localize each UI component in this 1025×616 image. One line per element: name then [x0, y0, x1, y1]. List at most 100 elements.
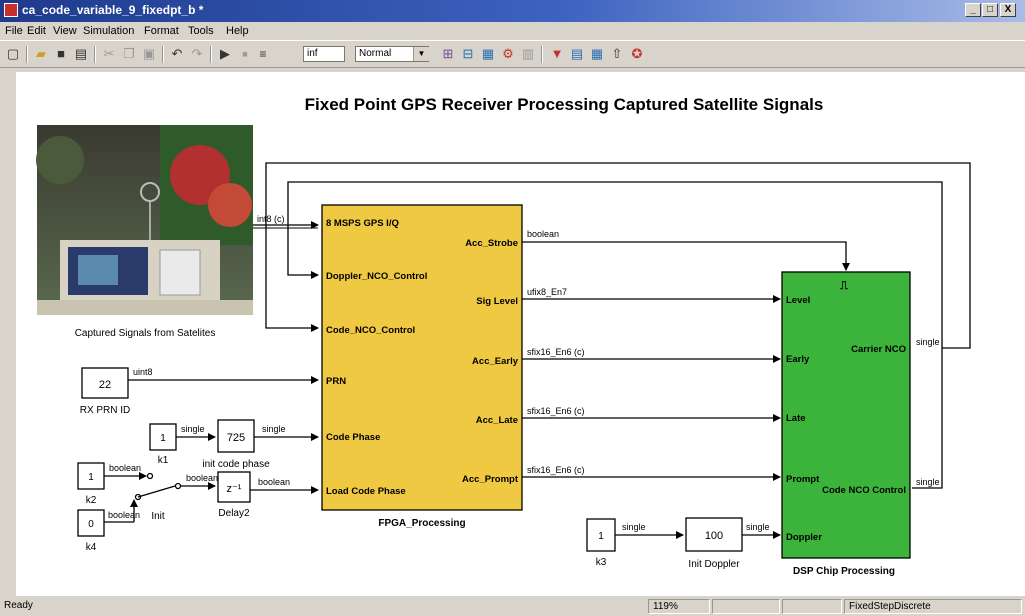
new-model-icon[interactable]: ▢: [4, 46, 22, 62]
svg-text:sfix16_En6 (c): sfix16_En6 (c): [527, 465, 585, 475]
toolbar: ▢ ▰ ■ ▤ ✂ ❐ ▣ ↶ ↷ ▶ ■ ≡ inf Normal ▼ ⊞ ⊟…: [0, 40, 1025, 68]
svg-text:k4: k4: [86, 542, 97, 553]
build-icon[interactable]: ⊞: [439, 46, 457, 62]
svg-text:single: single: [746, 522, 770, 532]
svg-text:int8 (c): int8 (c): [257, 214, 285, 224]
svg-text:single: single: [916, 337, 940, 347]
dsp-block-label: DSP Chip Processing: [793, 566, 895, 577]
svg-text:1: 1: [160, 433, 166, 444]
status-cell-empty-1: [712, 599, 780, 614]
menu-tools[interactable]: Tools: [188, 25, 214, 37]
model-browser-icon[interactable]: ▤: [568, 46, 586, 62]
svg-text:k1: k1: [158, 455, 169, 466]
print-icon[interactable]: ▤: [72, 46, 90, 62]
svg-text:Late: Late: [786, 413, 806, 424]
window-title: ca_code_variable_9_fixedpt_b *: [22, 3, 204, 17]
model-canvas[interactable]: Fixed Point GPS Receiver Processing Capt…: [16, 72, 1025, 596]
svg-text:Acc_Strobe: Acc_Strobe: [465, 238, 518, 249]
go-to-parent-icon[interactable]: ⇧: [608, 46, 626, 62]
svg-text:Load Code Phase: Load Code Phase: [326, 486, 406, 497]
model-explorer-icon[interactable]: ▦: [479, 46, 497, 62]
open-folder-icon[interactable]: ▰: [32, 46, 50, 62]
svg-text:Code Phase: Code Phase: [326, 432, 380, 443]
svg-text:single: single: [916, 477, 940, 487]
library-browser-icon[interactable]: ▼: [548, 46, 566, 62]
chevron-down-icon[interactable]: ▼: [413, 47, 429, 61]
svg-text:Doppler: Doppler: [786, 532, 822, 543]
svg-text:Code NCO Control: Code NCO Control: [822, 485, 906, 496]
zoom-level: 119%: [648, 599, 710, 614]
svg-text:Init Doppler: Init Doppler: [688, 559, 740, 570]
svg-text:single: single: [262, 424, 286, 434]
svg-text:Acc_Early: Acc_Early: [472, 356, 519, 367]
fpga-block-label: FPGA_Processing: [378, 518, 465, 529]
minimize-button[interactable]: _: [965, 3, 981, 17]
cut-icon[interactable]: ✂: [100, 46, 118, 62]
stop-time-divider-icon: ≡: [259, 47, 267, 61]
stop-simulation-icon[interactable]: ■: [236, 46, 254, 62]
svg-text:boolean: boolean: [258, 477, 290, 487]
start-simulation-icon[interactable]: ▶: [216, 46, 234, 62]
simulink-app-icon: [4, 3, 18, 17]
svg-text:k2: k2: [86, 495, 97, 506]
paste-icon[interactable]: ▣: [140, 46, 158, 62]
solver-name: FixedStepDiscrete: [844, 599, 1022, 614]
svg-text:boolean: boolean: [186, 473, 218, 483]
svg-text:single: single: [181, 424, 205, 434]
record-icon[interactable]: ✪: [628, 46, 646, 62]
save-icon[interactable]: ■: [52, 46, 70, 62]
stop-time-input[interactable]: inf: [303, 46, 345, 62]
svg-text:Prompt: Prompt: [786, 474, 820, 485]
model-title: Fixed Point GPS Receiver Processing Capt…: [305, 95, 824, 114]
svg-text:z⁻¹: z⁻¹: [227, 483, 242, 495]
trigger-port-icon: ⎍: [839, 280, 848, 292]
init-switch-block[interactable]: [134, 472, 182, 501]
status-bar: Ready 119% FixedStepDiscrete: [0, 598, 1025, 616]
menu-bar: File Edit View Simulation Format Tools H…: [0, 22, 1025, 40]
update-diagram-icon[interactable]: ⊟: [459, 46, 477, 62]
init-switch-label: Init: [151, 511, 165, 522]
window-titlebar: ca_code_variable_9_fixedpt_b * _ □ X: [0, 0, 1025, 22]
redo-icon[interactable]: ↷: [188, 46, 206, 62]
svg-text:PRN: PRN: [326, 376, 346, 387]
prn-block-label: RX PRN ID: [80, 405, 131, 416]
svg-text:init code phase: init code phase: [202, 459, 270, 470]
svg-text:22: 22: [99, 379, 111, 391]
menu-view[interactable]: View: [53, 25, 77, 37]
status-cell-empty-2: [782, 599, 842, 614]
svg-text:Acc_Prompt: Acc_Prompt: [462, 474, 519, 485]
maximize-button[interactable]: □: [982, 3, 998, 17]
svg-text:Acc_Late: Acc_Late: [476, 415, 518, 426]
status-text: Ready: [4, 600, 33, 611]
svg-text:Sig Level: Sig Level: [476, 296, 518, 307]
svg-text:Code_NCO_Control: Code_NCO_Control: [326, 325, 415, 336]
menu-help[interactable]: Help: [226, 25, 249, 37]
browser-icon[interactable]: ▥: [519, 46, 537, 62]
undo-icon[interactable]: ↶: [168, 46, 186, 62]
svg-text:boolean: boolean: [109, 463, 141, 473]
svg-text:1: 1: [88, 472, 94, 483]
close-button[interactable]: X: [1000, 3, 1016, 17]
svg-text:Delay2: Delay2: [218, 508, 250, 519]
photo-caption: Captured Signals from Satelites: [75, 328, 216, 339]
debug-icon[interactable]: ⚙: [499, 46, 517, 62]
svg-text:1: 1: [598, 531, 604, 542]
svg-text:100: 100: [705, 530, 723, 542]
svg-text:Carrier NCO: Carrier NCO: [851, 344, 906, 355]
svg-text:sfix16_En6 (c): sfix16_En6 (c): [527, 406, 585, 416]
block-explorer-icon[interactable]: ▦: [588, 46, 606, 62]
menu-edit[interactable]: Edit: [27, 25, 46, 37]
svg-text:0: 0: [88, 519, 94, 530]
svg-text:ufix8_En7: ufix8_En7: [527, 287, 567, 297]
svg-text:single: single: [622, 522, 646, 532]
svg-text:725: 725: [227, 432, 245, 444]
copy-icon[interactable]: ❐: [120, 46, 138, 62]
menu-simulation[interactable]: Simulation: [83, 25, 134, 37]
svg-text:Doppler_NCO_Control: Doppler_NCO_Control: [326, 271, 427, 282]
svg-text:sfix16_En6 (c): sfix16_En6 (c): [527, 347, 585, 357]
menu-format[interactable]: Format: [144, 25, 179, 37]
svg-text:boolean: boolean: [527, 229, 559, 239]
captured-signal-photo: [36, 125, 253, 315]
svg-text:8 MSPS GPS I/Q: 8 MSPS GPS I/Q: [326, 218, 399, 229]
menu-file[interactable]: File: [5, 25, 23, 37]
